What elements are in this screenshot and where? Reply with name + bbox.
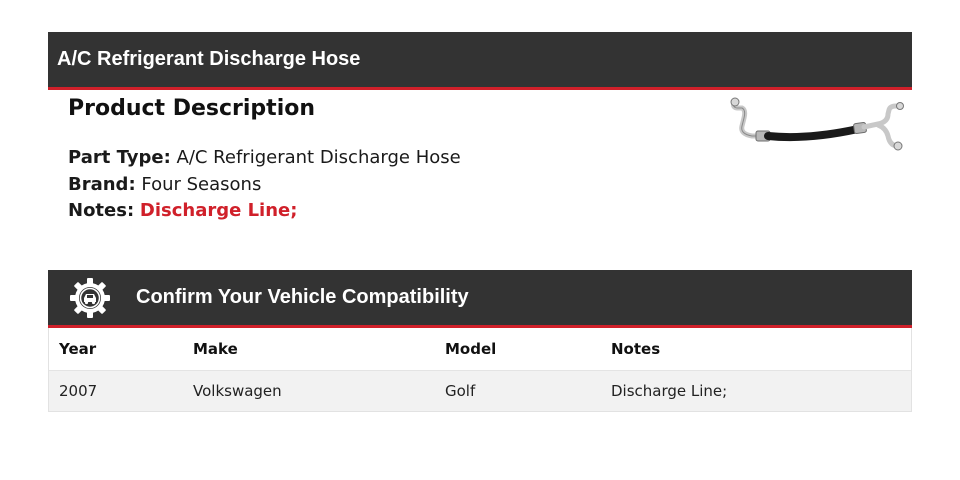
hose-image [730, 97, 904, 151]
cell-make: Volkswagen [193, 382, 282, 400]
product-description: Product Description Part Type: A/C Refri… [68, 96, 708, 225]
brand-label: Brand: [68, 173, 136, 195]
notes-label: Notes: [68, 200, 135, 221]
cell-notes: Discharge Line; [611, 382, 728, 400]
column-header-model: Model [445, 340, 497, 358]
title-bar: A/C Refrigerant Discharge Hose [48, 32, 912, 90]
brand-value: Four Seasons [141, 173, 262, 195]
cell-year: 2007 [59, 382, 98, 400]
part-type-row: Part Type: A/C Refrigerant Discharge Hos… [68, 145, 708, 172]
notes-row: Notes: Discharge Line; [68, 198, 708, 225]
part-type-value: A/C Refrigerant Discharge Hose [176, 147, 461, 168]
column-header-make: Make [193, 340, 238, 358]
column-header-notes: Notes [611, 340, 661, 358]
part-type-label: Part Type: [68, 147, 171, 168]
table-row: 2007 Volkswagen Golf Discharge Line; [49, 370, 911, 411]
compatibility-table: Year Make Model Notes 2007 Volkswagen Go… [48, 328, 912, 412]
notes-value: Discharge Line; [139, 200, 298, 221]
compatibility-bar: Confirm Your Vehicle Compatibility [48, 270, 912, 328]
table-header-row: Year Make Model Notes [49, 328, 911, 370]
description-heading: Product Description [68, 96, 316, 121]
page-title: A/C Refrigerant Discharge Hose [57, 48, 361, 70]
gear-car-icon [70, 277, 110, 318]
cell-model: Golf [445, 382, 476, 400]
compatibility-title: Confirm Your Vehicle Compatibility [136, 286, 469, 308]
brand-row: Brand: Four Seasons [68, 172, 708, 199]
column-header-year: Year [59, 340, 97, 358]
